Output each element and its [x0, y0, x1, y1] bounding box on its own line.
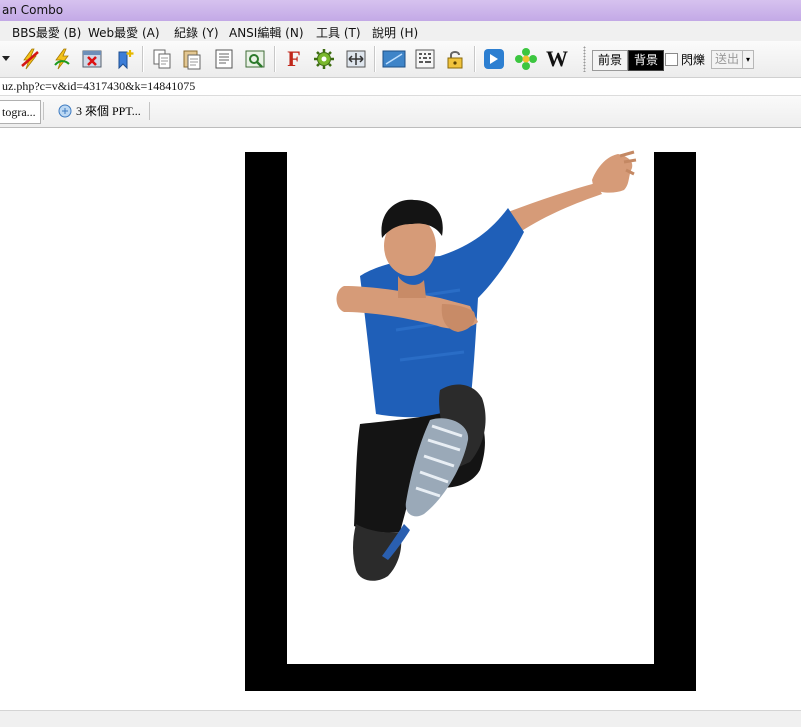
menu-web-favorites[interactable]: Web最愛 (A): [88, 24, 160, 41]
status-bar: [0, 710, 801, 727]
screen-icon[interactable]: [382, 47, 406, 71]
tab-bar: togra... 3 來個 PPT...: [0, 96, 801, 128]
wikipedia-icon[interactable]: W: [545, 46, 569, 71]
fullscreen-icon[interactable]: [344, 47, 368, 71]
font-glyph: F: [287, 46, 301, 71]
font-icon[interactable]: F: [282, 46, 306, 71]
copy-icon[interactable]: [150, 47, 174, 71]
view-image-icon[interactable]: [243, 47, 267, 71]
image-canvas: [287, 152, 654, 664]
address-url[interactable]: uz.php?c=v&id=4317430&k=14841075: [2, 79, 195, 94]
paste-icon[interactable]: [180, 47, 204, 71]
settings-icon[interactable]: [312, 47, 336, 71]
browser-page-icon: [58, 104, 72, 118]
menu-bar: BBS最愛 (B) Web最愛 (A) 紀錄 (Y) ANSI編輯 (N) 工具…: [0, 21, 801, 42]
menu-tools[interactable]: 工具 (T): [316, 24, 361, 41]
blink-label: 閃爍: [681, 53, 706, 67]
tab-ppt[interactable]: 3 來個 PPT...: [76, 100, 141, 122]
add-favorite-icon[interactable]: [112, 47, 136, 71]
copy-article-icon[interactable]: [212, 47, 236, 71]
window-title: an Combo: [2, 3, 64, 17]
tab-photography[interactable]: togra...: [0, 100, 41, 124]
address-bar[interactable]: uz.php?c=v&id=4317430&k=14841075: [0, 78, 801, 96]
flower-icon[interactable]: [514, 47, 538, 71]
wikipedia-glyph: W: [546, 46, 568, 71]
menu-help[interactable]: 說明 (H): [372, 24, 418, 41]
send-button[interactable]: 送出: [711, 50, 743, 69]
menu-ansi-editor[interactable]: ANSI編輯 (N): [229, 24, 304, 41]
menu-bbs-favorites[interactable]: BBS最愛 (B): [12, 24, 81, 41]
disconnect-icon[interactable]: [18, 47, 42, 71]
menu-history[interactable]: 紀錄 (Y): [174, 24, 219, 41]
ascii-art-icon[interactable]: [413, 47, 437, 71]
title-bar: an Combo: [0, 0, 801, 21]
background-color-button[interactable]: 背景: [628, 50, 664, 71]
lock-icon[interactable]: [443, 47, 467, 71]
toolbar: F W 前景 背景 閃爍 送出 ▾: [0, 41, 801, 78]
blink-checkbox[interactable]: [665, 53, 678, 66]
foreground-color-button[interactable]: 前景: [592, 50, 628, 71]
compass-icon[interactable]: [482, 47, 506, 71]
dropdown-arrow-icon[interactable]: [0, 47, 12, 71]
send-dropdown-button[interactable]: ▾: [742, 50, 754, 69]
reconnect-icon[interactable]: [50, 47, 74, 71]
close-tab-icon[interactable]: [80, 47, 104, 71]
